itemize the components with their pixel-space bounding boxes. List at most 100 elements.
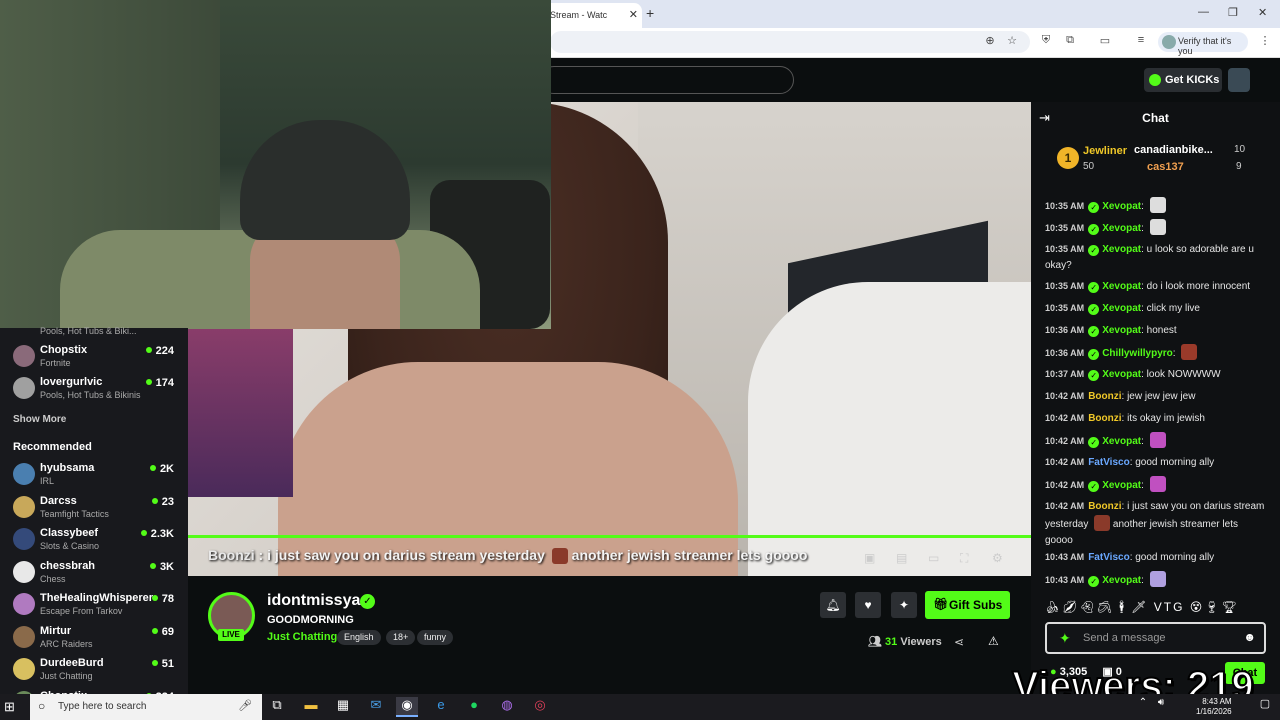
- clock-date: 1/16/2026: [1196, 707, 1232, 716]
- message-time: 10:35 AM: [1045, 303, 1085, 313]
- close-window-icon[interactable]: ✕: [1258, 6, 1267, 19]
- zoom-icon[interactable]: ⊕: [982, 34, 998, 47]
- restore-icon[interactable]: ❐: [1228, 6, 1238, 19]
- chat-message: 10:35 AM ✓ Xevopat: u look so adorable are…: [1045, 244, 1254, 271]
- sparkle-icon[interactable]: ✦: [891, 592, 917, 618]
- mail-icon[interactable]: ✉: [365, 697, 387, 717]
- message-username[interactable]: Xevopat: [1102, 325, 1141, 336]
- viewers-people-icon: 👥︎: [868, 636, 882, 648]
- leader-first-name[interactable]: Jewliner: [1083, 145, 1127, 157]
- emote-bar[interactable]: 🍌︎💋︎👻︎🪃︎🕴︎🗡︎ VTG 😵︎🍷︎🏆︎: [1045, 600, 1270, 618]
- url-field[interactable]: [550, 31, 1030, 53]
- microphone-icon[interactable]: 🎤︎: [238, 699, 252, 712]
- report-warning-icon[interactable]: ⚠: [988, 634, 999, 648]
- clip-icon[interactable]: ▣: [864, 551, 875, 565]
- video-progress-bar[interactable]: [188, 535, 1031, 538]
- message-username[interactable]: Boonzi: [1088, 413, 1121, 424]
- pip-icon[interactable]: ▭: [928, 551, 939, 565]
- leader-second-name[interactable]: canadianbike...: [1134, 144, 1213, 156]
- message-username[interactable]: Xevopat: [1102, 201, 1141, 212]
- task-view-icon[interactable]: ⧉: [266, 697, 288, 717]
- message-username[interactable]: Xevopat: [1102, 436, 1141, 447]
- tab-search-icon[interactable]: ▭: [1097, 34, 1113, 47]
- sidebar-channel[interactable]: Darcss Teamfight Tactics 23: [0, 493, 188, 525]
- message-username[interactable]: FatVisco: [1088, 552, 1130, 563]
- tag-18-plus[interactable]: 18+: [386, 630, 416, 645]
- bookmark-star-icon[interactable]: ☆: [1004, 34, 1020, 47]
- get-kicks-button[interactable]: Get KICKs: [1144, 68, 1222, 92]
- sidebar-channel[interactable]: Pools, Hot Tubs & Biki...: [0, 326, 188, 338]
- sidebar-channel[interactable]: DurdeeBurd Just Chatting 51: [0, 655, 188, 687]
- store-icon[interactable]: ▦: [332, 697, 354, 717]
- channel-name: Classybeef: [40, 527, 99, 539]
- obs-icon[interactable]: ◎: [529, 697, 551, 717]
- channel-category: Escape From Tarkov: [40, 606, 123, 616]
- message-username[interactable]: Boonzi: [1088, 501, 1121, 512]
- channel-category: Chess: [40, 573, 66, 584]
- tag-english[interactable]: English: [337, 630, 381, 645]
- discord-icon[interactable]: ◍: [496, 697, 518, 717]
- message-time: 10:36 AM: [1045, 348, 1085, 358]
- message-username[interactable]: Chillywillypyro: [1102, 348, 1173, 359]
- message-text: do i look more innocent: [1146, 281, 1251, 292]
- theatre-mode-icon[interactable]: ▤: [896, 551, 907, 565]
- show-more-link[interactable]: Show More: [13, 414, 66, 425]
- message-username[interactable]: Xevopat: [1102, 303, 1141, 314]
- more-menu-icon[interactable]: ⋮: [1257, 34, 1273, 47]
- close-tab-icon[interactable]: ✕: [629, 8, 638, 21]
- fullscreen-icon[interactable]: ⛶: [960, 551, 968, 566]
- message-username[interactable]: Xevopat: [1102, 575, 1141, 586]
- message-username[interactable]: Xevopat: [1102, 223, 1141, 234]
- message-username[interactable]: Xevopat: [1102, 244, 1141, 255]
- tag-funny[interactable]: funny: [417, 630, 454, 645]
- windows-start-icon[interactable]: ⊞: [4, 699, 15, 715]
- minimize-icon[interactable]: —: [1198, 6, 1209, 18]
- system-clock[interactable]: 8:43 AM 1/16/2026: [1196, 697, 1232, 717]
- spotify-icon[interactable]: ●: [463, 697, 485, 717]
- message-username[interactable]: Xevopat: [1102, 480, 1141, 491]
- message-username[interactable]: Xevopat: [1102, 281, 1141, 292]
- chat-caption-overlay: Boonzi : i just saw you on darius stream…: [208, 547, 808, 564]
- message-username[interactable]: Xevopat: [1102, 369, 1141, 380]
- extensions-icon[interactable]: ⧉: [1062, 34, 1078, 47]
- message-username[interactable]: Boonzi: [1088, 391, 1121, 402]
- sidebar-channel[interactable]: Chopstix Fortnite 224: [0, 342, 188, 374]
- sidebar-channel[interactable]: lovergurlvic Pools, Hot Tubs & Bikinis 1…: [0, 374, 188, 406]
- sidebar-channel[interactable]: chessbrah Chess 3K: [0, 558, 188, 590]
- taskbar-search[interactable]: ○ Type here to search 🎤︎: [30, 694, 262, 720]
- shield-extension-icon[interactable]: ⛨: [1038, 34, 1054, 47]
- channel-avatar: [13, 495, 35, 518]
- notification-bell-icon[interactable]: 🔔︎: [820, 592, 846, 618]
- chat-message: 10:37 AM ✓ Xevopat: look NOWWWW: [1045, 369, 1221, 381]
- sidebar-channel[interactable]: Classybeef Slots & Casino 2.3K: [0, 525, 188, 557]
- search-input[interactable]: [540, 66, 794, 94]
- notifications-icon[interactable]: ▢: [1254, 697, 1276, 717]
- share-icon[interactable]: ⋖: [954, 635, 964, 649]
- file-explorer-icon[interactable]: ▬: [300, 697, 322, 717]
- gift-subs-button[interactable]: 🎁︎ Gift Subs: [925, 591, 1010, 619]
- new-tab-icon[interactable]: +: [646, 5, 654, 21]
- emoji-picker-icon[interactable]: ☻: [1243, 630, 1256, 644]
- sidebar-channel[interactable]: TheHealingWhisperer Escape From Tarkov 78: [0, 590, 188, 622]
- stream-category-link[interactable]: Just Chatting: [267, 631, 337, 643]
- chat-input[interactable]: ✦ Send a message ☻: [1045, 622, 1266, 654]
- chat-header: ⇥ Chat: [1031, 102, 1280, 134]
- chrome-icon[interactable]: ◉: [396, 697, 418, 717]
- viewer-count: 224: [146, 345, 174, 357]
- sidebar-channel[interactable]: hyubsama IRL 2K: [0, 460, 188, 492]
- media-controls-icon[interactable]: ≡: [1133, 34, 1149, 46]
- channel-name[interactable]: idontmissya: [267, 592, 360, 610]
- viewer-count: 174: [146, 377, 174, 389]
- follow-heart-icon[interactable]: ♥: [855, 592, 881, 618]
- edge-icon[interactable]: e: [430, 697, 452, 717]
- settings-gear-icon[interactable]: ⚙: [992, 551, 1003, 565]
- user-avatar[interactable]: [1228, 68, 1250, 92]
- message-username[interactable]: FatVisco: [1088, 457, 1130, 468]
- sparkle-icon: ✦: [1059, 630, 1071, 646]
- message-text: good morning ally: [1135, 457, 1215, 468]
- volume-icon[interactable]: 🔊︎: [1150, 697, 1172, 717]
- sidebar-channel[interactable]: Mirtur ARC Raiders 69: [0, 623, 188, 655]
- leader-third-name[interactable]: cas137: [1147, 161, 1184, 173]
- browser-tab[interactable]: Stream - Watc ✕: [542, 3, 642, 28]
- verify-identity-chip[interactable]: Verify that it's you: [1158, 32, 1248, 56]
